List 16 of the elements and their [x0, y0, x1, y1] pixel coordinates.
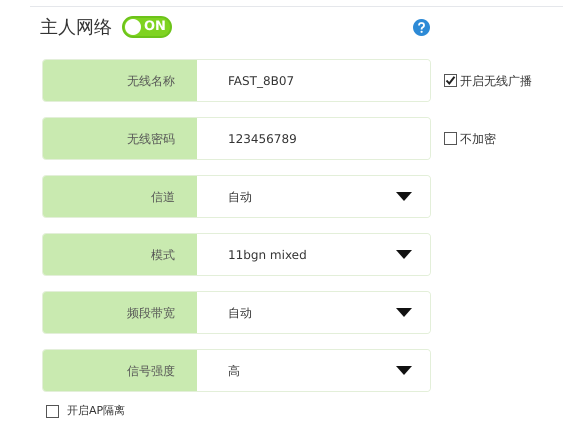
caret-icon	[396, 366, 412, 375]
checkbox[interactable]	[444, 74, 457, 87]
field-label: 信号强度	[43, 350, 197, 391]
help-icon	[413, 18, 430, 36]
checkbox-label: 开启无线广播	[460, 72, 532, 90]
caret-icon	[396, 192, 412, 201]
checkbox-label: 开启AP隔离	[67, 403, 126, 419]
checkbox[interactable]	[444, 132, 457, 145]
checkbox-label: 不加密	[460, 130, 496, 148]
checkbox[interactable]	[46, 404, 59, 418]
caret-icon	[396, 250, 412, 259]
section-title: 主人网络	[40, 16, 112, 38]
field-label: 模式	[43, 234, 197, 275]
caret-icon	[396, 308, 412, 317]
field-label: 频段带宽	[43, 292, 197, 333]
field-label: 信道	[43, 176, 197, 217]
